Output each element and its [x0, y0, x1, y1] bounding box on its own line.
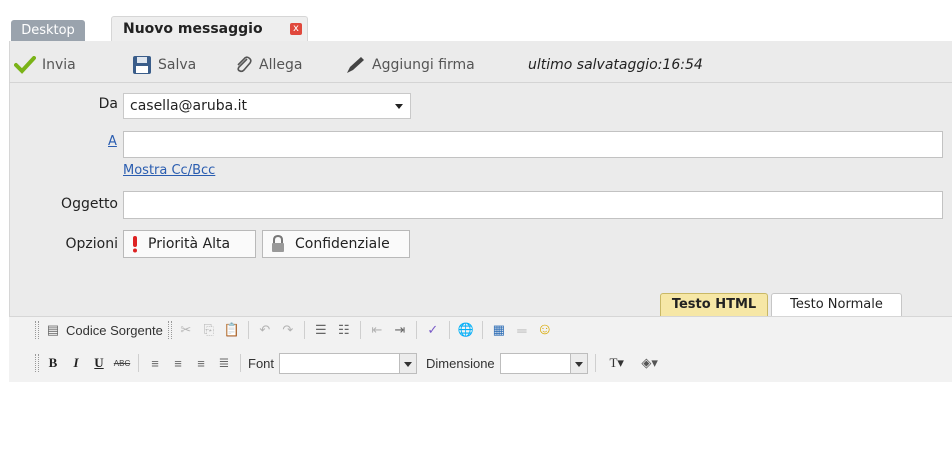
- send-button[interactable]: Invia: [14, 53, 76, 77]
- chevron-down-icon: [399, 353, 417, 373]
- add-signature-label: Aggiungi firma: [372, 57, 475, 73]
- cut-icon[interactable]: ✂: [177, 321, 195, 339]
- horizontal-rule-icon[interactable]: ═: [513, 321, 531, 339]
- size-label: Dimensione: [426, 355, 495, 371]
- font-select[interactable]: [279, 352, 418, 374]
- to-address-book-link[interactable]: A: [108, 134, 117, 149]
- editor-toolbar-row-2: B I U ABC ≡ ≡ ≡ ≣ Font Dimensione T▾ ◈▾: [35, 350, 664, 376]
- priority-high-label: Priorità Alta: [148, 236, 231, 252]
- source-code-icon: ▤: [46, 322, 60, 337]
- toolbar-separator: [359, 321, 361, 339]
- toolbar-separator: [240, 354, 241, 372]
- from-select[interactable]: casella@aruba.it: [123, 93, 411, 119]
- subject-field[interactable]: [123, 191, 943, 219]
- tab-html-text[interactable]: Testo HTML: [660, 293, 768, 316]
- outdent-icon[interactable]: ⇤: [368, 321, 386, 339]
- toolbar-divider: [9, 82, 952, 83]
- align-center-icon[interactable]: ≡: [169, 354, 187, 372]
- options-label: Opzioni: [65, 236, 118, 252]
- align-left-icon[interactable]: ≡: [146, 354, 164, 372]
- undo-icon[interactable]: ↶: [256, 321, 274, 339]
- toolbar-separator: [247, 321, 249, 339]
- close-icon[interactable]: x: [290, 23, 302, 35]
- tab-new-message[interactable]: Nuovo messaggio x: [111, 16, 308, 42]
- toolbar-separator: [594, 354, 596, 372]
- bold-icon[interactable]: B: [44, 354, 62, 372]
- toolbar-separator: [303, 321, 305, 339]
- checkmark-icon: [14, 56, 36, 74]
- message-body-editor[interactable]: [9, 382, 952, 461]
- subject-label: Oggetto: [61, 196, 118, 212]
- bulleted-list-icon[interactable]: ☷: [335, 321, 353, 339]
- confidential-label: Confidenziale: [295, 236, 390, 252]
- toolbar-separator: [138, 354, 139, 372]
- italic-icon[interactable]: I: [67, 354, 85, 372]
- text-color-icon[interactable]: T▾: [603, 354, 631, 372]
- strikethrough-icon[interactable]: ABC: [113, 354, 131, 372]
- from-label: Da: [98, 96, 118, 112]
- save-label: Salva: [158, 57, 197, 73]
- paperclip-icon: [237, 56, 252, 73]
- size-select[interactable]: [499, 352, 588, 374]
- smiley-icon[interactable]: ☺: [536, 321, 554, 339]
- toolbar-grip: [167, 321, 172, 339]
- paste-icon[interactable]: 📋: [223, 321, 241, 339]
- tab-desktop[interactable]: Desktop: [11, 20, 85, 41]
- add-signature-button[interactable]: Aggiungi firma: [344, 53, 475, 77]
- underline-icon[interactable]: U: [90, 354, 108, 372]
- show-cc-bcc-link[interactable]: Mostra Cc/Bcc: [123, 163, 215, 178]
- toolbar-separator: [448, 321, 450, 339]
- confidential-button[interactable]: Confidenziale: [262, 230, 410, 258]
- pen-icon: [347, 57, 364, 73]
- background-color-icon[interactable]: ◈▾: [636, 354, 664, 372]
- insert-table-icon[interactable]: ▦: [490, 321, 508, 339]
- chevron-down-icon: [569, 353, 587, 373]
- priority-high-button[interactable]: Priorità Alta: [123, 230, 256, 258]
- editor-toolbar-row-1: ▤ Codice Sorgente ✂ ⎘ 📋 ↶ ↷ ☰ ☷ ⇤ ⇥ ✓ 🌐 …: [35, 317, 554, 343]
- send-label: Invia: [42, 57, 76, 73]
- save-button[interactable]: Salva: [132, 53, 196, 77]
- indent-icon[interactable]: ⇥: [391, 321, 409, 339]
- toolbar-separator: [481, 321, 483, 339]
- numbered-list-icon[interactable]: ☰: [312, 321, 330, 339]
- attach-label: Allega: [259, 57, 303, 73]
- source-code-label: Codice Sorgente: [66, 322, 163, 338]
- to-field[interactable]: [123, 131, 943, 158]
- insert-link-icon[interactable]: 🌐: [457, 321, 475, 339]
- source-code-button[interactable]: ▤ Codice Sorgente: [44, 321, 163, 339]
- chevron-down-icon: [395, 104, 403, 109]
- font-label: Font: [248, 355, 275, 371]
- align-justify-icon[interactable]: ≣: [215, 354, 233, 372]
- last-saved-status: ultimo salvataggio:16:54: [528, 57, 703, 73]
- toolbar-separator: [415, 321, 417, 339]
- attach-button[interactable]: Allega: [233, 53, 302, 77]
- align-right-icon[interactable]: ≡: [192, 354, 210, 372]
- tab-new-message-label: Nuovo messaggio: [123, 21, 263, 37]
- toolbar-grip: [35, 321, 39, 339]
- tab-plain-text[interactable]: Testo Normale: [771, 293, 902, 316]
- exclamation-icon: [133, 236, 137, 253]
- spellcheck-icon[interactable]: ✓: [424, 321, 442, 339]
- copy-icon[interactable]: ⎘: [200, 321, 218, 339]
- from-value: casella@aruba.it: [130, 98, 248, 114]
- redo-icon[interactable]: ↷: [279, 321, 297, 339]
- floppy-disk-icon: [133, 56, 151, 74]
- toolbar-grip: [35, 354, 39, 372]
- lock-icon: [272, 235, 284, 252]
